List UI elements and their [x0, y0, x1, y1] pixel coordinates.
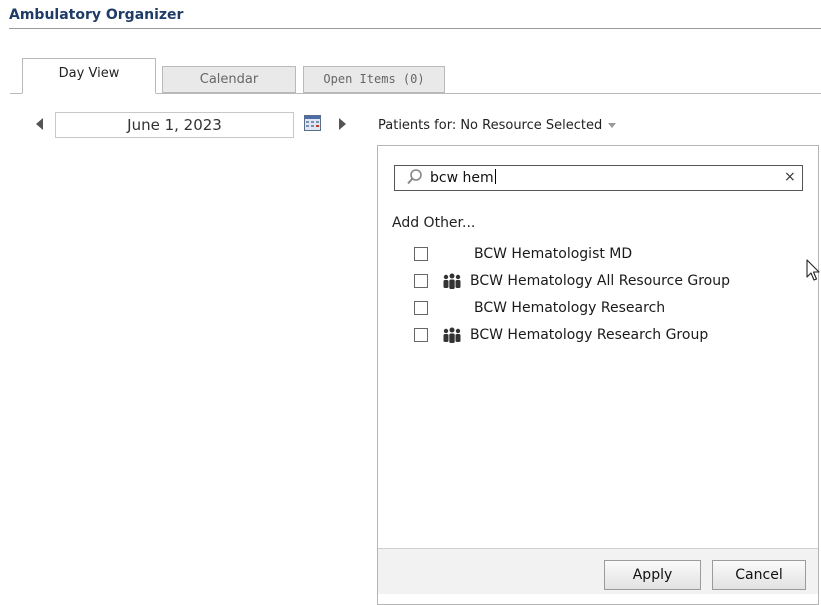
list-item-label: BCW Hematology All Resource Group — [470, 273, 730, 289]
apply-button[interactable]: Apply — [604, 560, 701, 590]
checkbox[interactable] — [414, 328, 428, 342]
date-display[interactable]: June 1, 2023 — [55, 112, 294, 138]
search-value[interactable]: bcw hem — [430, 169, 496, 186]
patients-for-selector[interactable]: Patients for: No Resource Selected — [378, 118, 617, 133]
arrow-right-icon[interactable] — [339, 118, 346, 130]
app-title: Ambulatory Organizer — [9, 7, 184, 23]
tab-day-view[interactable]: Day View — [22, 58, 156, 94]
search-icon — [407, 169, 422, 185]
checkbox[interactable] — [414, 247, 428, 261]
list-item-label: BCW Hematology Research — [474, 300, 666, 316]
tab-calendar[interactable]: Calendar — [162, 66, 296, 93]
chevron-down-icon — [608, 123, 617, 128]
checkbox[interactable] — [414, 274, 428, 288]
patients-for-label: Patients for: No Resource Selected — [378, 118, 603, 133]
add-other-label: Add Other... — [392, 215, 476, 231]
tab-open-items[interactable]: Open Items (0) — [303, 66, 445, 93]
resource-dropdown-panel — [377, 145, 819, 605]
mouse-cursor-icon — [806, 259, 820, 281]
title-divider — [9, 28, 821, 29]
group-icon — [443, 327, 461, 343]
footer-divider — [378, 548, 818, 549]
list-item-label: BCW Hematologist MD — [474, 246, 633, 262]
list-item-label: BCW Hematology Research Group — [470, 327, 709, 343]
cancel-button[interactable]: Cancel — [712, 560, 806, 590]
arrow-left-icon[interactable] — [36, 118, 43, 130]
checkbox[interactable] — [414, 301, 428, 315]
clear-search-button[interactable]: × — [784, 169, 796, 185]
calendar-icon[interactable] — [304, 115, 321, 131]
text-cursor — [494, 169, 496, 184]
group-icon — [443, 273, 461, 289]
